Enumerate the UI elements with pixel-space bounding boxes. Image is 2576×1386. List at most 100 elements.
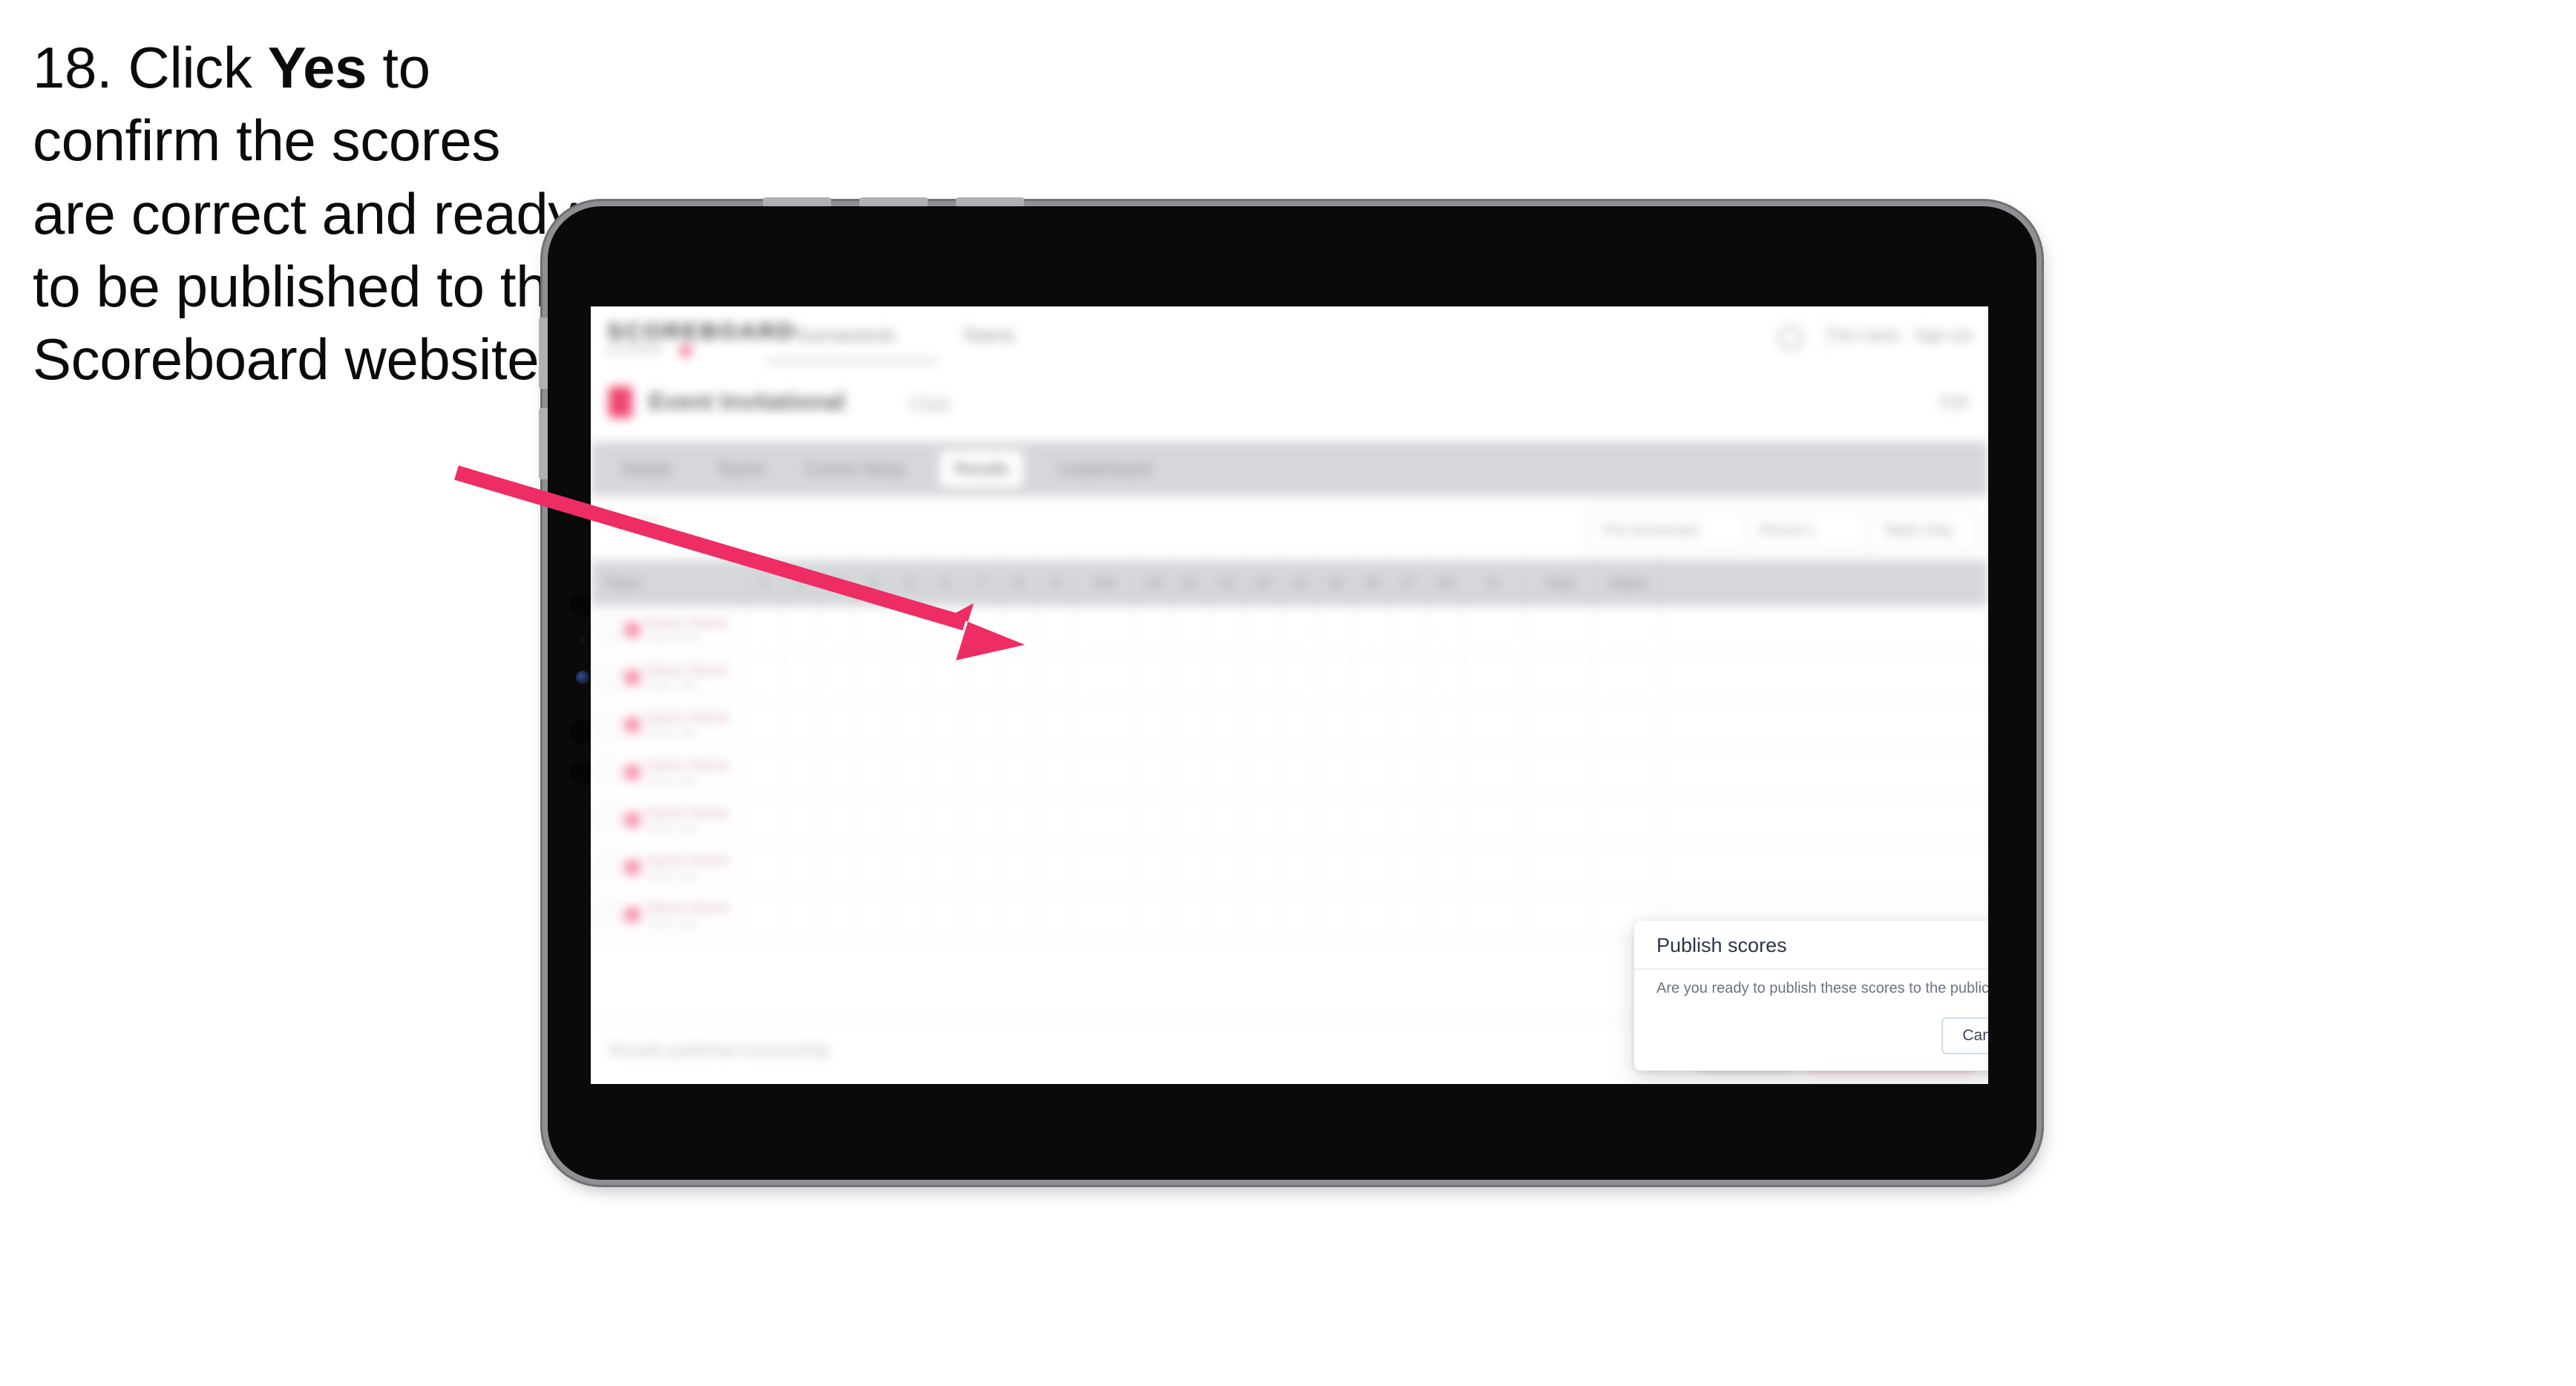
table-cell-score[interactable] xyxy=(1245,749,1282,796)
table-cell-score[interactable] xyxy=(1427,701,1464,749)
table-cell-score[interactable] xyxy=(1526,701,1594,749)
table-cell-score[interactable] xyxy=(892,654,928,701)
table-cell-score[interactable] xyxy=(1209,844,1245,891)
table-cell-score[interactable] xyxy=(1173,701,1209,749)
table-cell-score[interactable] xyxy=(783,796,819,844)
table-cell-score[interactable] xyxy=(1173,796,1209,844)
filter-view-select[interactable]: Table Only xyxy=(1868,510,1978,551)
table-cell-score[interactable] xyxy=(819,891,856,939)
table-cell-score[interactable] xyxy=(1354,606,1391,654)
table-cell-score[interactable] xyxy=(856,844,892,891)
table-cell-score[interactable] xyxy=(1526,844,1594,891)
table-cell-score[interactable] xyxy=(1136,891,1173,939)
table-cell-score[interactable] xyxy=(819,606,856,654)
table-cell-score[interactable] xyxy=(1245,654,1282,701)
table-cell-score[interactable] xyxy=(1594,654,1662,701)
table-cell-score[interactable] xyxy=(1354,844,1391,891)
table-cell-score[interactable] xyxy=(892,749,928,796)
table-cell-score[interactable] xyxy=(1318,844,1354,891)
table-cell-score[interactable] xyxy=(1136,796,1173,844)
table-cell-score[interactable] xyxy=(1354,701,1391,749)
table-cell-score[interactable] xyxy=(892,796,928,844)
table-cell-score[interactable] xyxy=(819,749,856,796)
row-checkbox[interactable] xyxy=(598,858,617,877)
table-cell-score[interactable] xyxy=(965,654,1001,701)
table-cell-score[interactable] xyxy=(1038,891,1074,939)
table-cell-score[interactable] xyxy=(1464,606,1526,654)
table-cell-score[interactable] xyxy=(783,701,819,749)
table-cell-score[interactable] xyxy=(1391,701,1427,749)
table-cell-score[interactable] xyxy=(1391,796,1427,844)
table-row[interactable]: Name Name Team Club xyxy=(591,654,1988,703)
table-cell-score[interactable] xyxy=(856,606,892,654)
table-cell-score[interactable] xyxy=(783,891,819,939)
table-cell-score[interactable] xyxy=(1074,891,1136,939)
table-cell-score[interactable] xyxy=(1391,891,1427,939)
table-cell-score[interactable] xyxy=(1354,796,1391,844)
table-cell-score[interactable] xyxy=(965,701,1001,749)
table-cell-score[interactable] xyxy=(1594,749,1662,796)
table-cell-score[interactable] xyxy=(1001,844,1038,891)
table-cell-score[interactable] xyxy=(1038,749,1074,796)
table-cell-score[interactable] xyxy=(856,701,892,749)
table-cell-score[interactable] xyxy=(1391,606,1427,654)
table-cell-score[interactable] xyxy=(1136,654,1173,701)
table-cell-score[interactable] xyxy=(1318,796,1354,844)
nav-item-tournaments[interactable]: Tournaments xyxy=(793,326,896,346)
table-cell-score[interactable] xyxy=(783,606,819,654)
table-cell-score[interactable] xyxy=(819,654,856,701)
table-cell-score[interactable] xyxy=(1245,891,1282,939)
table-cell-score[interactable] xyxy=(1209,606,1245,654)
table-cell-score[interactable] xyxy=(1427,749,1464,796)
table-cell-score[interactable] xyxy=(1282,796,1318,844)
search-input[interactable]: Search xyxy=(609,514,950,544)
row-checkbox[interactable] xyxy=(598,905,617,924)
table-cell-score[interactable] xyxy=(928,654,965,701)
table-cell-score[interactable] xyxy=(1209,749,1245,796)
table-row[interactable]: Name Name Team Club xyxy=(591,796,1988,845)
table-cell-score[interactable] xyxy=(1354,749,1391,796)
table-cell-score[interactable] xyxy=(1526,749,1594,796)
table-cell-score[interactable] xyxy=(1526,891,1594,939)
table-cell-score[interactable] xyxy=(1594,844,1662,891)
table-cell-score[interactable] xyxy=(1245,844,1282,891)
table-cell-score[interactable] xyxy=(1001,749,1038,796)
table-cell-score[interactable] xyxy=(1526,654,1594,701)
table-cell-score[interactable] xyxy=(1074,749,1136,796)
table-cell-score[interactable] xyxy=(856,796,892,844)
table-cell-score[interactable] xyxy=(1427,891,1464,939)
table-cell-score[interactable] xyxy=(892,701,928,749)
table-cell-score[interactable] xyxy=(1038,606,1074,654)
table-cell-score[interactable] xyxy=(1526,796,1594,844)
table-cell-score[interactable] xyxy=(1427,844,1464,891)
tab-leaderboard[interactable]: Leaderboard xyxy=(1043,450,1166,487)
table-cell-score[interactable] xyxy=(747,844,783,891)
table-cell-score[interactable] xyxy=(1173,844,1209,891)
filter-round-select[interactable]: Round 1 xyxy=(1745,510,1877,551)
table-cell-score[interactable] xyxy=(1427,606,1464,654)
table-cell-score[interactable] xyxy=(928,844,965,891)
table-cell-score[interactable] xyxy=(1038,701,1074,749)
table-cell-score[interactable] xyxy=(1173,749,1209,796)
table-cell-score[interactable] xyxy=(965,891,1001,939)
table-cell-score[interactable] xyxy=(1038,844,1074,891)
table-cell-score[interactable] xyxy=(928,749,965,796)
table-cell-score[interactable] xyxy=(1282,606,1318,654)
table-cell-score[interactable] xyxy=(965,606,1001,654)
table-cell-score[interactable] xyxy=(1318,654,1354,701)
table-cell-score[interactable] xyxy=(1245,796,1282,844)
table-cell-score[interactable] xyxy=(892,606,928,654)
table-cell-score[interactable] xyxy=(1001,654,1038,701)
table-cell-score[interactable] xyxy=(1282,654,1318,701)
table-cell-score[interactable] xyxy=(856,749,892,796)
table-cell-score[interactable] xyxy=(1318,606,1354,654)
row-checkbox[interactable] xyxy=(598,668,617,687)
table-cell-score[interactable] xyxy=(819,844,856,891)
table-cell-score[interactable] xyxy=(965,796,1001,844)
table-cell-score[interactable] xyxy=(1354,891,1391,939)
table-cell-score[interactable] xyxy=(1136,701,1173,749)
table-row[interactable]: Name Name Team Club xyxy=(591,749,1988,798)
table-cell-score[interactable] xyxy=(1038,796,1074,844)
tab-results[interactable]: Results xyxy=(940,450,1024,487)
table-cell-score[interactable] xyxy=(1001,891,1038,939)
